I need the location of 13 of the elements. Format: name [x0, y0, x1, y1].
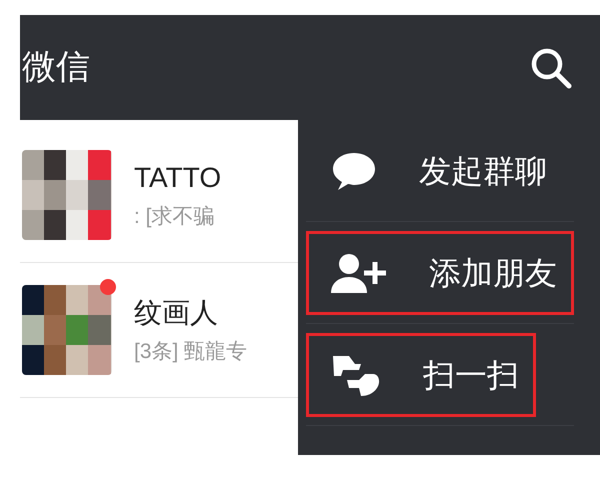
menu-item[interactable]: 扫一扫 [306, 332, 536, 416]
add-person-icon [331, 252, 387, 294]
app-title: 微信 [22, 47, 90, 88]
menu-item[interactable]: 添加朋友 [306, 230, 574, 314]
chat-name: 纹画人 [134, 298, 219, 326]
menu-item[interactable]: 发起群聊 [306, 128, 564, 212]
chat-row[interactable]: 纹画人 [3条] 甄龍专 [20, 263, 298, 398]
chat-preview: : [求不骗 [134, 206, 216, 226]
chat-name: TATTO [134, 164, 222, 192]
search-icon[interactable] [530, 46, 572, 88]
chat-row[interactable]: TATTO : [求不骗 [20, 128, 298, 263]
chat-preview: [3条] 甄龍专 [134, 340, 248, 362]
speech-bubble-icon [331, 150, 377, 190]
